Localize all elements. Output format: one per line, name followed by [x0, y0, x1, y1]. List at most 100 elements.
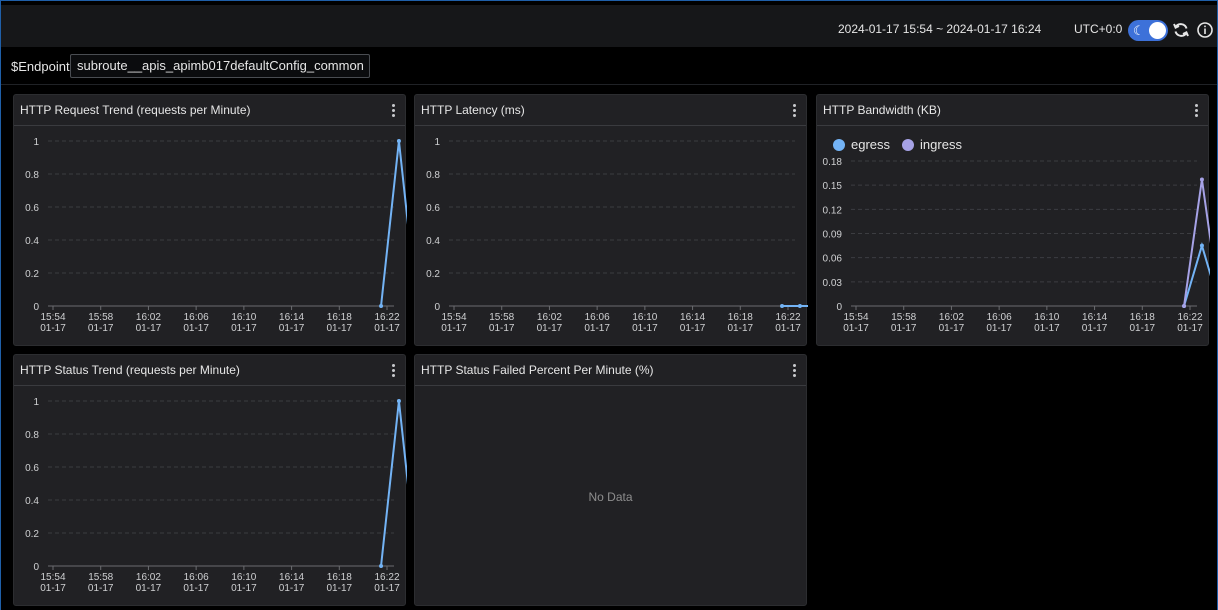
y-tick-label: 0.4 — [25, 236, 39, 247]
y-tick-label: 0.8 — [426, 170, 440, 181]
x-tick-date-label: 01-17 — [584, 323, 610, 334]
x-tick-label: 15:58 — [88, 572, 113, 583]
y-tick-label: 1 — [33, 137, 39, 148]
x-tick-date-label: 01-17 — [1129, 323, 1155, 334]
y-tick-label: 0.09 — [823, 230, 843, 241]
legend-item-ingress[interactable]: ingress — [902, 137, 962, 152]
panel-title: HTTP Status Trend (requests per Minute) — [20, 363, 240, 377]
y-tick-label: 0 — [836, 302, 842, 313]
y-tick-label: 0 — [33, 302, 39, 313]
x-tick-label: 16:10 — [231, 312, 256, 323]
series-line[interactable] — [380, 140, 407, 307]
legend-item-egress[interactable]: egress — [833, 137, 890, 152]
legend-label: egress — [851, 137, 891, 152]
legend-dot — [833, 138, 845, 151]
y-tick-label: 1 — [33, 397, 39, 408]
x-tick-label: 16:02 — [136, 312, 161, 323]
x-tick-label: 16:18 — [327, 312, 352, 323]
data-point[interactable] — [1199, 243, 1204, 248]
request-trend-chart: 00.20.40.60.8115:5401-1715:5801-1716:020… — [25, 137, 407, 334]
x-tick-label: 16:02 — [537, 312, 562, 323]
refresh-icon[interactable] — [1172, 21, 1190, 39]
panel-menu-icon[interactable] — [389, 103, 397, 119]
y-tick-label: 0.4 — [426, 236, 440, 247]
x-tick-date-label: 01-17 — [374, 583, 400, 594]
y-tick-label: 0.2 — [426, 269, 440, 280]
y-tick-label: 0.6 — [25, 463, 39, 474]
panel-menu-icon[interactable] — [790, 363, 798, 379]
bandwidth-chart: 00.030.060.090.120.150.1815:5401-1715:58… — [823, 157, 1210, 334]
x-tick-date-label: 01-17 — [891, 323, 917, 334]
series-line[interactable] — [380, 400, 407, 567]
x-tick-label: 15:54 — [843, 312, 868, 323]
panel-title: HTTP Request Trend (requests per Minute) — [20, 103, 251, 117]
y-tick-label: 0.4 — [25, 496, 39, 507]
x-tick-date-label: 01-17 — [231, 583, 257, 594]
moon-icon: ☾ — [1133, 23, 1145, 38]
x-tick-date-label: 01-17 — [986, 323, 1012, 334]
x-tick-date-label: 01-17 — [231, 323, 257, 334]
y-tick-label: 0.2 — [25, 269, 39, 280]
x-tick-date-label: 01-17 — [727, 323, 753, 334]
x-tick-label: 16:22 — [374, 572, 399, 583]
timezone-selector[interactable]: UTC+0:0 — [1074, 22, 1122, 36]
x-tick-label: 15:58 — [489, 312, 514, 323]
top-bar: 2024-01-17 15:54 ~ 2024-01-17 16:24 UTC+… — [1, 5, 1217, 47]
y-tick-label: 0.18 — [823, 157, 843, 168]
panel-menu-icon[interactable] — [1192, 103, 1200, 119]
status-trend-chart: 00.20.40.60.8115:5401-1715:5801-1716:020… — [25, 397, 407, 594]
panel-http-bandwidth: HTTP Bandwidth (KB) 0 0.03 0.06 0.09 0.12 0.1… — [816, 94, 1210, 346]
data-point[interactable] — [396, 399, 401, 403]
x-tick-date-label: 01-17 — [40, 583, 66, 594]
x-tick-label: 15:54 — [40, 572, 65, 583]
x-tick-date-label: 01-17 — [136, 323, 162, 334]
endpoint-variable-select[interactable]: subroute__apis_apimb017defaultConfig_com… — [70, 54, 370, 78]
x-tick-date-label: 01-17 — [775, 323, 801, 334]
x-tick-date-label: 01-17 — [40, 323, 66, 334]
panel-menu-icon[interactable] — [790, 103, 798, 119]
x-tick-label: 15:54 — [441, 312, 466, 323]
data-point[interactable] — [379, 564, 384, 568]
x-tick-label: 16:02 — [136, 572, 161, 583]
x-tick-date-label: 01-17 — [88, 323, 114, 334]
y-tick-label: 0.2 — [25, 529, 39, 540]
data-point[interactable] — [797, 304, 802, 308]
panel-http-status-failed-percent: HTTP Status Failed Percent Per Minute (%… — [414, 354, 807, 606]
x-tick-label: 16:18 — [1130, 312, 1155, 323]
panel-menu-icon[interactable] — [389, 363, 397, 379]
y-tick-label: 0.6 — [426, 203, 440, 214]
theme-toggle[interactable]: ☾ — [1128, 20, 1168, 41]
x-tick-date-label: 01-17 — [183, 323, 209, 334]
x-tick-date-label: 01-17 — [326, 583, 352, 594]
y-tick-label: 0 — [434, 302, 440, 313]
x-tick-date-label: 01-17 — [279, 323, 305, 334]
x-tick-date-label: 01-17 — [441, 323, 467, 334]
time-range-picker[interactable]: 2024-01-17 15:54 ~ 2024-01-17 16:24 — [838, 22, 1041, 36]
panel-http-status-trend: HTTP Status Trend (requests per Minute) … — [13, 354, 407, 606]
series-line-ingress[interactable] — [1183, 179, 1210, 307]
x-tick-date-label: 01-17 — [88, 583, 114, 594]
data-point[interactable] — [1199, 177, 1204, 182]
x-tick-label: 16:06 — [585, 312, 610, 323]
info-icon[interactable] — [1196, 21, 1214, 39]
x-tick-date-label: 01-17 — [537, 323, 563, 334]
panel-title: HTTP Latency (ms) — [421, 103, 525, 117]
data-point[interactable] — [396, 139, 401, 143]
data-point[interactable] — [379, 304, 384, 308]
y-tick-label: 0.15 — [823, 181, 843, 192]
x-tick-date-label: 01-17 — [1082, 323, 1108, 334]
variables-bar: $Endpoint subroute__apis_apimb017default… — [1, 48, 1217, 85]
y-tick-label: 0.03 — [823, 278, 843, 289]
no-data-message: No Data — [588, 490, 633, 504]
toggle-knob — [1149, 22, 1166, 39]
data-point[interactable] — [780, 304, 785, 308]
panel-title: HTTP Bandwidth (KB) — [823, 103, 941, 117]
data-point[interactable] — [1182, 304, 1187, 308]
x-tick-date-label: 01-17 — [843, 323, 869, 334]
y-tick-label: 0.12 — [823, 205, 843, 216]
panel-http-request-trend: HTTP Request Trend (requests per Minute)… — [13, 94, 407, 346]
x-tick-label: 16:14 — [680, 312, 705, 323]
x-tick-label: 16:06 — [184, 572, 209, 583]
x-tick-label: 16:06 — [184, 312, 209, 323]
y-tick-label: 0.8 — [25, 430, 39, 441]
